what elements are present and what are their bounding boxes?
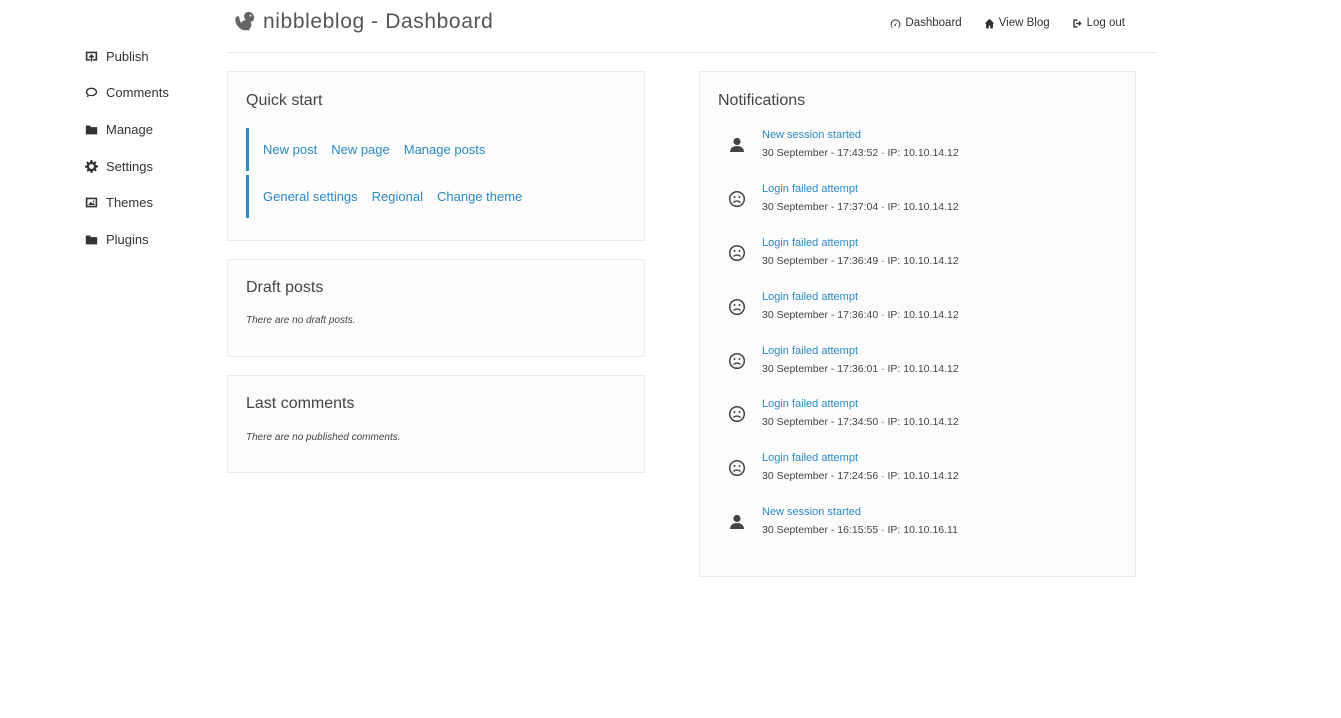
last-comments-title: Last comments: [246, 395, 355, 412]
notification-title-link[interactable]: New session started: [762, 129, 861, 141]
regional-link[interactable]: Regional: [372, 189, 423, 204]
general-settings-link[interactable]: General settings: [263, 189, 358, 204]
nav-view-blog-link[interactable]: View Blog: [984, 17, 1050, 29]
sidebar: Publish Comments Manage Settings Themes …: [84, 38, 214, 258]
notification-meta: 30 September - 17:43:52 · IP: 10.10.14.1…: [762, 147, 959, 159]
notification-meta: 30 September - 17:24:56 · IP: 10.10.14.1…: [762, 470, 959, 483]
new-post-link[interactable]: New post: [263, 142, 317, 157]
sad-face-icon: [728, 405, 746, 423]
last-comments-empty-text: There are no published comments.: [246, 432, 401, 443]
notification-title-link[interactable]: Login failed attempt: [762, 291, 858, 303]
page-title: nibbleblog - Dashboard: [263, 10, 494, 33]
sad-face-icon: [728, 298, 746, 316]
nav-dashboard-link[interactable]: Dashboard: [890, 17, 962, 29]
sidebar-item-comments[interactable]: Comments: [84, 75, 214, 112]
new-page-link[interactable]: New page: [331, 142, 390, 157]
sidebar-item-settings[interactable]: Settings: [84, 148, 214, 185]
sad-face-icon: [728, 352, 746, 370]
notification-title-link[interactable]: Login failed attempt: [762, 452, 858, 464]
sad-face-icon: [728, 459, 746, 477]
notification-title-link[interactable]: Login failed attempt: [762, 183, 858, 195]
publish-icon: [84, 49, 98, 63]
quick-start-panel: Quick start New post New page Manage pos…: [227, 71, 645, 241]
change-theme-link[interactable]: Change theme: [437, 189, 522, 204]
quick-start-row-content: New post New page Manage posts: [246, 128, 499, 171]
brand[interactable]: nibbleblog - Dashboard: [234, 10, 493, 34]
sidebar-item-themes[interactable]: Themes: [84, 184, 214, 221]
sad-face-icon: [728, 190, 746, 208]
squirrel-logo-icon: [234, 10, 256, 34]
notification-meta: 30 September - 17:36:49 · IP: 10.10.14.1…: [762, 254, 959, 267]
draft-posts-title: Draft posts: [246, 279, 324, 296]
home-icon: [984, 18, 994, 28]
folder-icon: [84, 122, 98, 136]
user-icon: [728, 136, 746, 154]
notification-title-link[interactable]: Login failed attempt: [762, 398, 858, 410]
draft-posts-panel: Draft posts There are no draft posts.: [227, 259, 645, 357]
notifications-title: Notifications: [718, 92, 806, 109]
notification-meta: 30 September - 16:15:55 · IP: 10.10.16.1…: [762, 524, 958, 537]
notification-title-link[interactable]: New session started: [762, 506, 861, 518]
notification-meta: 30 September - 17:36:40 · IP: 10.10.14.1…: [762, 308, 959, 321]
gear-icon: [84, 159, 98, 173]
notification-meta: 30 September - 17:34:50 · IP: 10.10.14.1…: [762, 416, 959, 429]
top-nav: Dashboard View Blog Log out: [868, 17, 1125, 29]
draft-posts-empty-text: There are no draft posts.: [246, 315, 356, 326]
comment-icon: [84, 86, 98, 100]
last-comments-panel: Last comments There are no published com…: [227, 375, 645, 473]
folder-icon: [84, 232, 98, 246]
sidebar-item-publish[interactable]: Publish: [84, 38, 214, 75]
notification-title-link[interactable]: Login failed attempt: [762, 345, 858, 357]
notification-title-link[interactable]: Login failed attempt: [762, 237, 858, 249]
logout-icon: [1073, 18, 1082, 28]
sidebar-item-plugins[interactable]: Plugins: [84, 221, 214, 258]
notifications-panel: Notifications New session started 30 Sep…: [699, 71, 1136, 577]
dashboard-icon: [891, 18, 901, 28]
quick-start-row-settings: General settings Regional Change theme: [246, 175, 536, 218]
manage-posts-link[interactable]: Manage posts: [404, 142, 486, 157]
sidebar-item-manage[interactable]: Manage: [84, 111, 214, 148]
notification-meta: 30 September - 17:36:01 · IP: 10.10.14.1…: [762, 362, 959, 375]
user-icon: [728, 513, 746, 531]
notification-meta: 30 September - 17:37:04 · IP: 10.10.14.1…: [762, 200, 959, 213]
sad-face-icon: [728, 244, 746, 262]
header: nibbleblog - Dashboard Dashboard View Bl…: [227, 0, 1157, 53]
image-icon: [84, 196, 98, 210]
quick-start-title: Quick start: [246, 92, 323, 109]
nav-logout-link[interactable]: Log out: [1072, 17, 1125, 29]
